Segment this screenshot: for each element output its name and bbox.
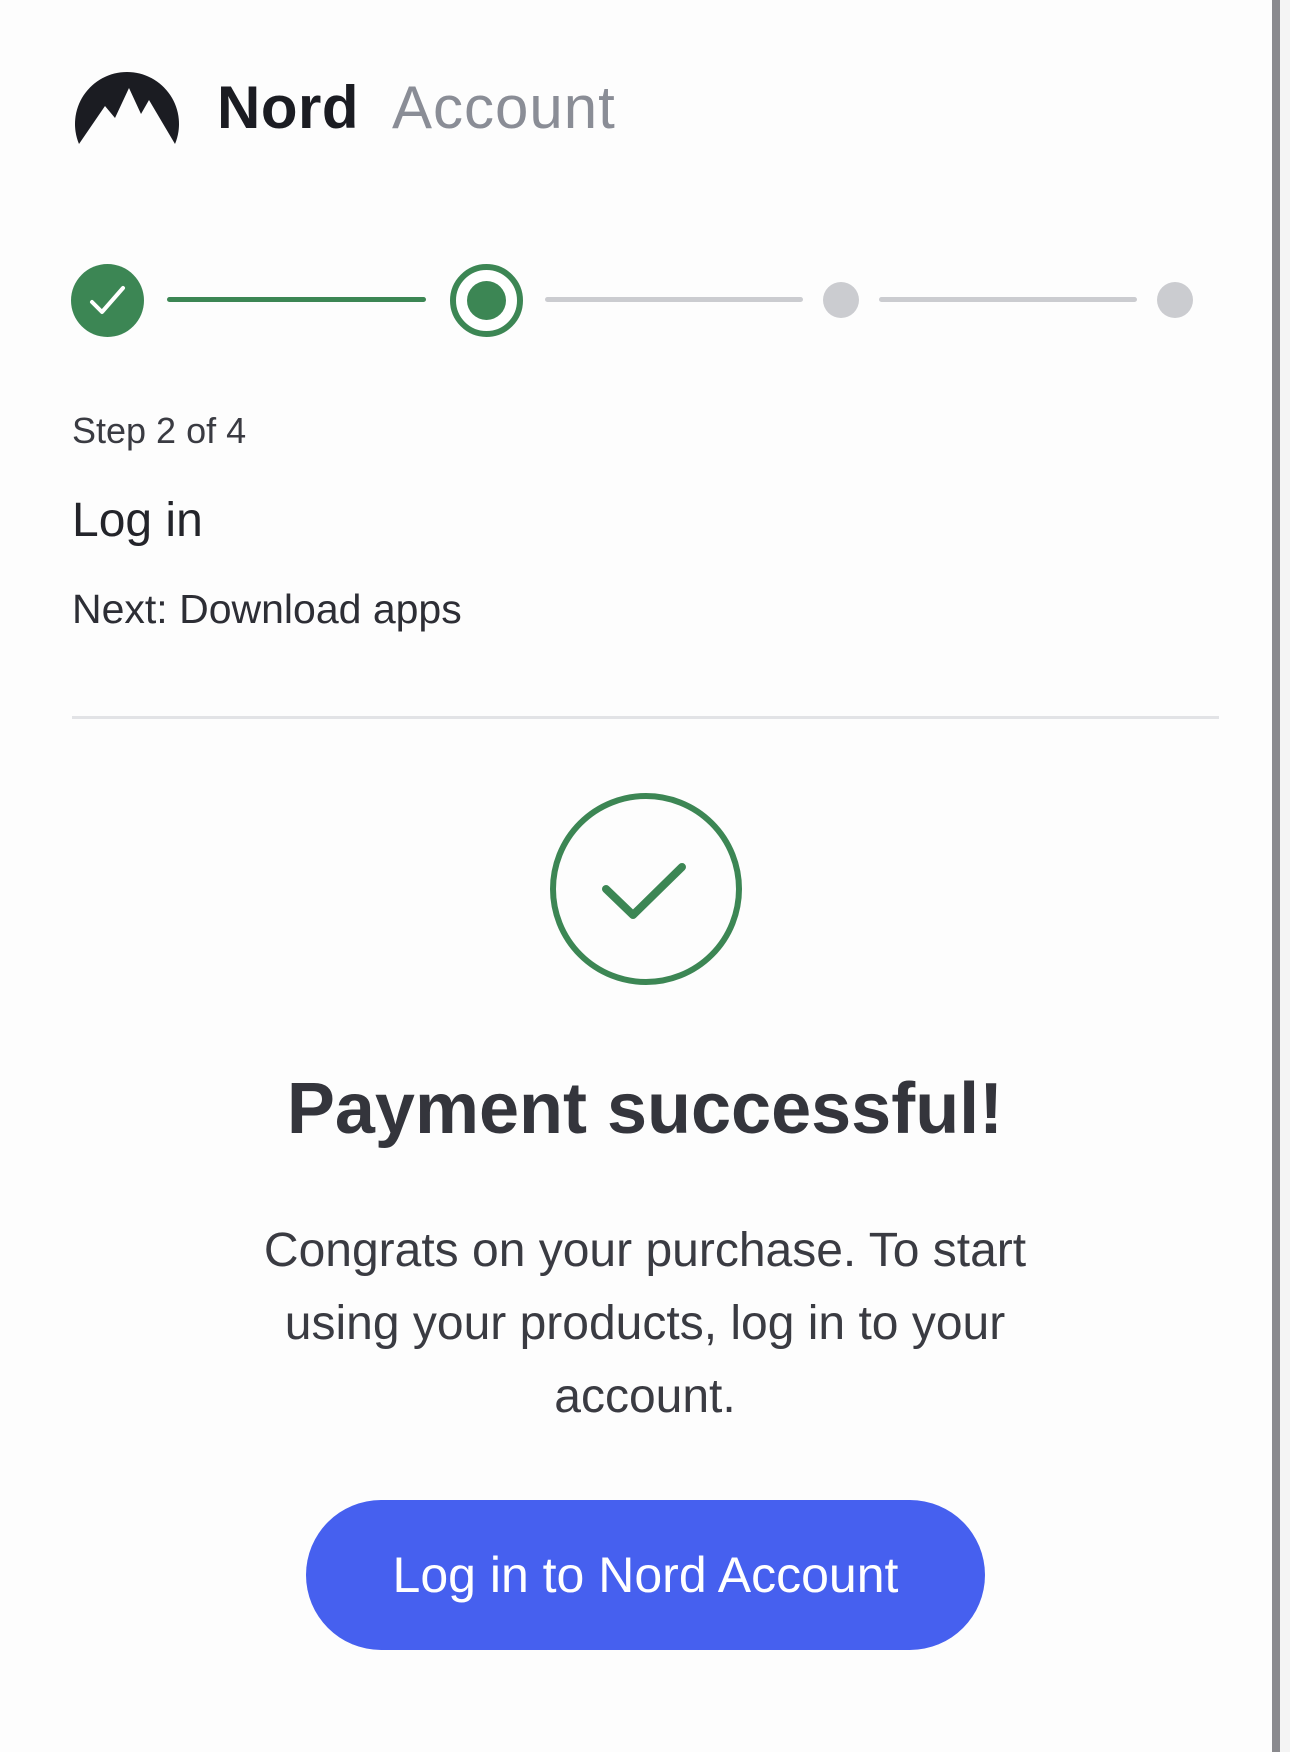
check-circle-icon: [548, 791, 744, 987]
stepper-connector-complete: [167, 297, 426, 302]
stepper-step-current: [450, 264, 523, 337]
step-count-label: Step 2 of 4: [72, 410, 247, 451]
stepper-connector-pending: [545, 297, 803, 302]
stepper-connector-pending: [879, 297, 1137, 302]
success-message: Congrats on your purchase. To start usin…: [263, 1224, 1027, 1423]
step-title: Log in: [72, 494, 203, 547]
next-step-label: Next: Download apps: [72, 586, 462, 632]
stepper-step-completed: [71, 264, 144, 337]
scrollbar[interactable]: [1272, 0, 1280, 1752]
login-button[interactable]: Log in to Nord Account: [306, 1500, 985, 1650]
checkmark-icon: [90, 286, 125, 314]
progress-stepper: [0, 0, 1272, 360]
stepper-step-pending: [823, 282, 859, 318]
page: Nord Account Step 2 of 4 Log in Next: Do…: [0, 0, 1290, 1752]
window-edge: [1280, 0, 1290, 1752]
section-divider: [72, 716, 1219, 719]
success-heading: Payment successful!: [286, 1069, 1004, 1149]
checkout-panel: Nord Account Step 2 of 4 Log in Next: Do…: [0, 0, 1272, 1752]
stepper-current-dot: [467, 281, 506, 320]
stepper-step-pending: [1157, 282, 1193, 318]
